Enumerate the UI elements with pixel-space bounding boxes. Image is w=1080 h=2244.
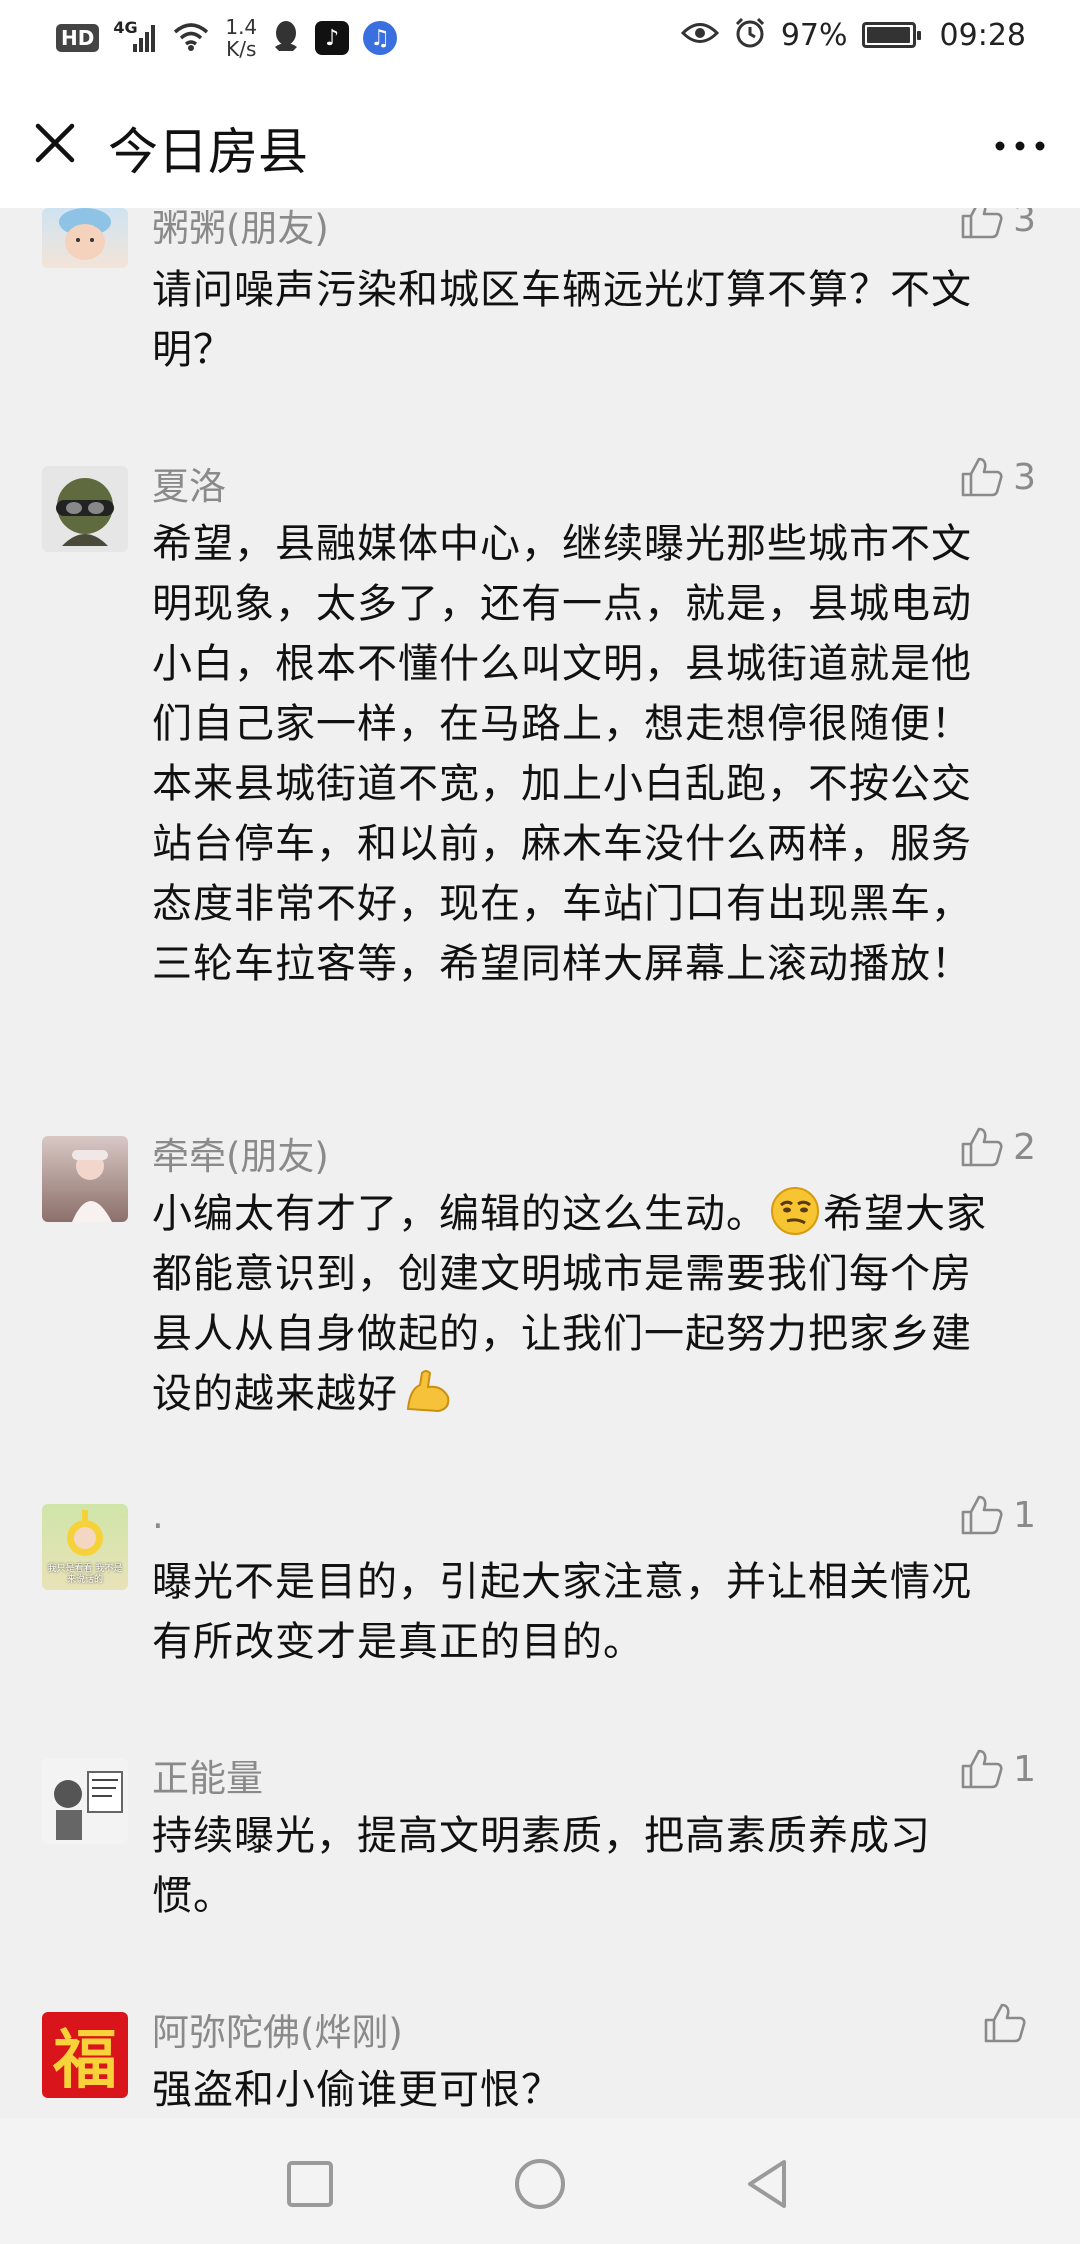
avatar[interactable] [42,208,128,268]
like-count: 2 [1013,1126,1036,1168]
like-count: 3 [1013,456,1036,498]
status-bar: HD 4G 1.4 K/s ♪ ♫ 97% 09:28 [0,0,1080,84]
comment-text: 持续曝光，提高文明素质，把高素质养成习惯。 [152,1813,931,1919]
more-icon[interactable] [990,126,1050,166]
wifi-icon [171,20,211,56]
fu-character: 福 [53,2023,117,2098]
close-icon[interactable] [30,118,80,168]
comment-text: 请问噪声污染和城区车辆远光灯算不算？不文明？ [152,267,972,373]
hd-badge: HD [56,24,100,52]
music-icon: ♫ [363,21,398,55]
comment-text: 希望，县融媒体中心，继续曝光那些城市不文明现象，太多了，还有一点，就是，县城电动… [152,521,972,987]
comment-author[interactable]: 牵牵(朋友) [152,1126,329,1180]
comment-text: 曝光不是目的，引起大家注意，并让相关情况有所改变才是真正的目的。 [152,1559,972,1665]
like-button[interactable] [982,2002,1036,2044]
like-count: 1 [1013,1748,1036,1790]
like-button[interactable]: 3 [959,456,1036,498]
navigation-bar [0,2118,1080,2244]
network-speed: 1.4 K/s [225,16,257,60]
comment-author[interactable]: 正能量 [152,1748,263,1802]
battery-percent: 97% [780,17,848,53]
like-count: 1 [1013,1494,1036,1536]
home-icon[interactable] [510,2154,570,2214]
battery-fill [866,27,910,43]
avatar[interactable] [42,466,128,552]
avatar[interactable] [42,1758,128,1844]
comment-author[interactable]: 阿弥陀佛(烨刚) [152,2002,403,2056]
thumbs-up-icon [961,1495,1003,1535]
back-icon[interactable] [738,2154,798,2214]
thumbs-up-icon [961,1749,1003,1789]
thumbs-up-icon [984,2003,1026,2043]
eye-icon [680,20,719,50]
speed-value: 1.4 [225,15,258,39]
clock: 09:28 [939,17,1026,53]
avatar[interactable]: 我只是看看 我不是来说话的 [42,1504,128,1590]
like-button[interactable]: 1 [959,1494,1036,1536]
avatar[interactable]: 福 [42,2012,128,2098]
comment-text-part: 小编太有才了，编辑的这么生动。 [152,1191,767,1237]
tiktok-icon: ♪ [315,21,350,55]
avatar-caption: 我只是看看 我不是来说话的 [47,1564,123,1585]
thumbs-up-icon [961,457,1003,497]
title-bar: 今日房县 [0,84,1080,208]
alarm-icon [733,16,767,54]
thumbs-up-icon [961,1127,1003,1167]
comment-author[interactable]: 粥粥(朋友) [152,208,329,252]
smirk-emoji-icon [771,1187,819,1235]
battery-icon [861,22,921,48]
flexed-biceps-emoji-icon [406,1370,450,1413]
like-button[interactable]: 2 [959,1126,1036,1168]
like-count: 3 [1013,208,1036,240]
thumbs-up-icon [961,208,1003,239]
page-title: 今日房县 [108,123,308,181]
avatar[interactable] [42,1136,128,1222]
like-button[interactable]: 1 [959,1748,1036,1790]
comment-author[interactable]: . [152,1494,164,1537]
comment-text: 小编太有才了，编辑的这么生动。 希望大家都能意识到，创建文明城市是需要我们每个房… [152,1184,1012,1424]
signal-icon: 4G [113,18,157,56]
comment-text: 强盗和小偷谁更可恨？ [152,2067,562,2113]
like-button[interactable]: 3 [959,208,1036,240]
speed-unit: K/s [226,37,257,61]
recent-apps-icon[interactable] [280,2154,340,2214]
comment-author[interactable]: 夏洛 [152,456,226,510]
qq-icon [271,19,301,57]
comment-list: 粥粥(朋友) 3 请问噪声污染和城区车辆远光灯算不算？不文明？ 夏洛 3 希望，… [0,208,1080,2118]
